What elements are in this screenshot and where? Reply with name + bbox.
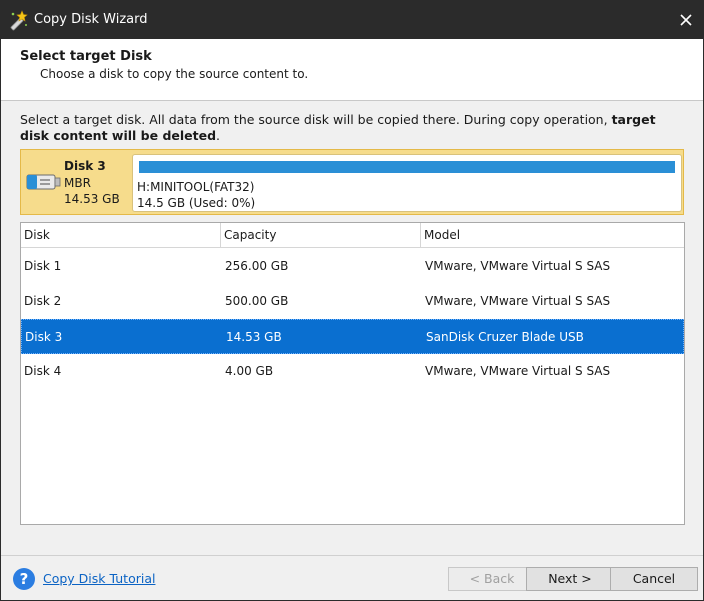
cell-model: VMware, VMware Virtual S SAS: [425, 259, 611, 273]
cell-model: VMware, VMware Virtual S SAS: [425, 364, 611, 378]
window-title: Copy Disk Wizard: [34, 12, 148, 27]
cell-disk: Disk 4: [24, 364, 62, 378]
table-row[interactable]: Disk 4 4.00 GB VMware, VMware Virtual S …: [21, 354, 684, 389]
page-title: Select target Disk: [20, 49, 152, 64]
instruction-text: Select a target disk. All data from the …: [20, 112, 680, 144]
partition-usage: 14.5 GB (Used: 0%): [137, 196, 256, 210]
copy-disk-tutorial-link[interactable]: Copy Disk Tutorial: [43, 571, 155, 586]
column-header-model[interactable]: Model: [421, 223, 684, 248]
disk-partition-style: MBR: [64, 176, 91, 190]
cell-disk: Disk 1: [24, 259, 62, 273]
disk-table: Disk Capacity Model Disk 1 256.00 GB VMw…: [20, 222, 685, 525]
wizard-wand-icon: [7, 9, 29, 31]
cell-capacity: 14.53 GB: [226, 330, 282, 344]
disk-size: 14.53 GB: [64, 192, 120, 206]
wizard-header: Select target Disk Choose a disk to copy…: [1, 39, 703, 101]
cancel-button[interactable]: Cancel: [610, 567, 698, 591]
table-header: Disk Capacity Model: [21, 223, 684, 248]
column-header-disk[interactable]: Disk: [21, 223, 221, 248]
cell-disk: Disk 2: [24, 294, 62, 308]
partition-block[interactable]: H:MINITOOL(FAT32) 14.5 GB (Used: 0%): [132, 154, 682, 212]
page-subtitle: Choose a disk to copy the source content…: [40, 67, 309, 81]
cell-capacity: 500.00 GB: [225, 294, 289, 308]
next-button[interactable]: Next >: [526, 567, 614, 591]
cell-model: VMware, VMware Virtual S SAS: [425, 294, 611, 308]
instruction-plain: Select a target disk. All data from the …: [20, 112, 612, 127]
cell-disk: Disk 3: [25, 330, 63, 344]
footer-divider: [1, 555, 703, 556]
partition-label: H:MINITOOL(FAT32): [137, 180, 255, 194]
table-row[interactable]: Disk 1 256.00 GB VMware, VMware Virtual …: [21, 249, 684, 284]
usb-disk-icon: [25, 169, 61, 195]
help-icon[interactable]: ?: [13, 568, 35, 590]
cell-model: SanDisk Cruzer Blade USB: [426, 330, 584, 344]
table-row[interactable]: Disk 2 500.00 GB VMware, VMware Virtual …: [21, 284, 684, 319]
column-header-capacity[interactable]: Capacity: [221, 223, 421, 248]
close-button[interactable]: [669, 1, 703, 39]
copy-disk-wizard-window: Copy Disk Wizard Select target Disk Choo…: [0, 0, 704, 601]
close-icon: [680, 14, 692, 26]
partition-usage-bar: [139, 161, 675, 173]
disk-name: Disk 3: [64, 159, 106, 173]
selected-disk-card[interactable]: Disk 3 MBR 14.53 GB H:MINITOOL(FAT32) 14…: [20, 149, 684, 215]
cell-capacity: 4.00 GB: [225, 364, 274, 378]
cell-capacity: 256.00 GB: [225, 259, 289, 273]
instruction-end: .: [216, 128, 221, 143]
back-button[interactable]: < Back: [448, 567, 536, 591]
table-row[interactable]: Disk 3 14.53 GB SanDisk Cruzer Blade USB: [21, 319, 684, 354]
title-bar: Copy Disk Wizard: [1, 1, 703, 39]
